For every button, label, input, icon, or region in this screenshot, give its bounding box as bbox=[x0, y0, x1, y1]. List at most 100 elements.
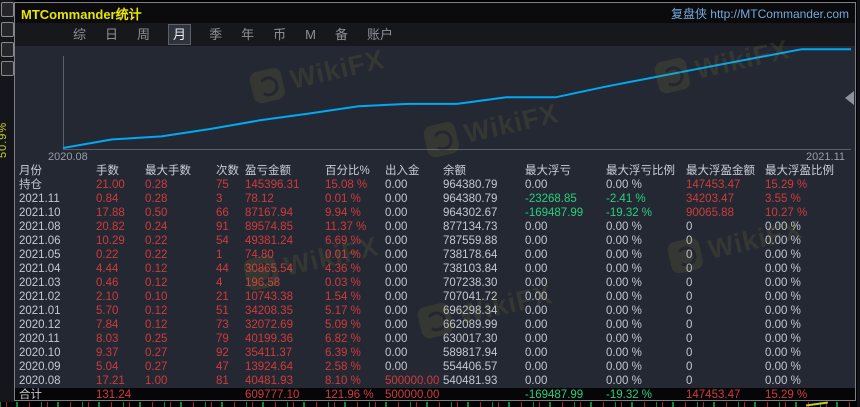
cell: 0.00 bbox=[385, 277, 408, 289]
cell: 0.00 bbox=[385, 347, 408, 359]
cell: 0.00 % bbox=[765, 361, 801, 373]
cell: 35411.37 bbox=[245, 347, 293, 359]
cell: 10.29 bbox=[96, 235, 125, 247]
cell: 2020.09 bbox=[19, 361, 61, 373]
table-row[interactable]: 2020.08 17.21 1.00 81 40481.93 8.10 % 500000.0… bbox=[15, 374, 855, 388]
cell: 40481.93 bbox=[245, 375, 293, 387]
cell: 0.00 % bbox=[606, 291, 642, 303]
cell bbox=[443, 388, 525, 400]
collapse-arrow-icon[interactable] bbox=[845, 91, 854, 105]
cell: 47 bbox=[216, 361, 229, 373]
cell: 5.09 % bbox=[325, 319, 361, 331]
table-row[interactable]: 2021.04 4.44 0.12 44 30865.54 4.36 % 0.00 73810… bbox=[15, 262, 855, 276]
cell: -19.32 % bbox=[606, 389, 653, 400]
cell: 0.00 % bbox=[765, 277, 801, 289]
cell: 609777.10 bbox=[245, 389, 300, 400]
table-row[interactable]: 2020.12 7.84 0.12 73 32072.69 5.09 % 0.00 66208… bbox=[15, 318, 855, 332]
background-trendline-fragment bbox=[805, 401, 829, 407]
cell: 0.00 % bbox=[606, 249, 642, 261]
cell: 2.58 % bbox=[325, 361, 361, 373]
table-row[interactable]: 2021.11 0.84 0.28 3 78.12 0.01 % 0.00 964380.79… bbox=[15, 192, 855, 206]
table-row[interactable]: 2021.01 5.70 0.12 51 34208.35 5.17 % 0.00 69629… bbox=[15, 304, 855, 318]
cell: 15.08 % bbox=[325, 179, 368, 191]
cell: 34208.35 bbox=[245, 305, 293, 317]
table-row[interactable]: 2021.05 0.22 0.22 1 74.80 0.01 % 0.00 738178.64… bbox=[15, 248, 855, 262]
cell: 0 bbox=[686, 347, 693, 359]
cell: 0.00 bbox=[385, 319, 408, 331]
column-header: 最大浮盈金额 bbox=[686, 165, 755, 177]
cell: 738103.84 bbox=[443, 263, 498, 275]
cell: 17.21 bbox=[96, 375, 125, 387]
cell: 0.00 bbox=[385, 333, 408, 345]
cell: 0 bbox=[686, 235, 693, 247]
table-row[interactable]: 2021.10 17.88 0.50 66 87167.94 9.94 % 0.00 9643… bbox=[15, 206, 855, 220]
cell: 0.00 % bbox=[606, 347, 642, 359]
menu-item-1[interactable]: 综 bbox=[73, 26, 86, 43]
cell: 2021.01 bbox=[19, 305, 61, 317]
total-row[interactable]: 合计 131.24 609777.10 121.96 % 500000.00 -16948… bbox=[15, 388, 855, 400]
cell: 0 bbox=[686, 263, 693, 275]
cell: 145396.31 bbox=[245, 179, 300, 191]
cell: 0.00 bbox=[385, 263, 408, 275]
cell: 738178.64 bbox=[443, 249, 498, 261]
menu-item-4[interactable]: 月 bbox=[168, 24, 192, 45]
table-row[interactable]: 2020.09 5.04 0.27 47 13924.64 2.58 % 0.00 55440… bbox=[15, 360, 855, 374]
cell: 0.10 bbox=[145, 291, 168, 303]
table-row[interactable]: 持仓 21.00 0.28 75 145396.31 15.08 % 0.00 964380.… bbox=[15, 178, 855, 192]
cell: 2020.12 bbox=[19, 319, 61, 331]
menu-item-5[interactable]: 季 bbox=[209, 26, 222, 43]
cell: -23268.85 bbox=[525, 193, 577, 205]
cell: 20.82 bbox=[96, 221, 125, 233]
table-row[interactable]: 2021.03 0.46 0.12 4 196.58 0.03 % 0.00 707238.3… bbox=[15, 276, 855, 290]
cell: 44 bbox=[216, 263, 229, 275]
background-toolbar-icon bbox=[1, 42, 14, 57]
table-row[interactable]: 2021.06 10.29 0.22 54 49381.24 6.69 % 0.00 7875… bbox=[15, 234, 855, 248]
cell: 0.27 bbox=[145, 361, 168, 373]
cell: 87167.94 bbox=[245, 207, 293, 219]
cell: 0.00 bbox=[525, 291, 548, 303]
cell bbox=[216, 388, 245, 400]
cell: 0.22 bbox=[145, 235, 168, 247]
cell: 49381.24 bbox=[245, 235, 293, 247]
column-header: 次数 bbox=[216, 165, 239, 177]
stats-window: MTCommander统计 复盘侠 http://MTCommander.com… bbox=[14, 2, 856, 401]
cell: 0 bbox=[686, 221, 693, 233]
table-row[interactable]: 2021.08 20.82 0.24 91 89574.85 11.37 % 0.00 877… bbox=[15, 220, 855, 234]
cell: 8.10 % bbox=[325, 375, 361, 387]
cell: 2020.10 bbox=[19, 347, 61, 359]
menu-item-9[interactable]: 备 bbox=[335, 26, 348, 43]
cell: 40199.36 bbox=[245, 333, 293, 345]
cell: 1.54 % bbox=[325, 291, 361, 303]
table-row[interactable]: 2020.11 8.03 0.25 79 40199.36 6.82 % 0.00 63001… bbox=[15, 332, 855, 346]
cell: 90065.88 bbox=[686, 207, 734, 219]
cell: 持仓 bbox=[19, 179, 42, 191]
brand-link[interactable]: 复盘侠 http://MTCommander.com bbox=[671, 5, 849, 22]
menu-item-7[interactable]: 币 bbox=[273, 26, 286, 43]
menu-item-3[interactable]: 周 bbox=[137, 26, 150, 43]
cell: 0.00 bbox=[525, 179, 548, 191]
cell: 964380.79 bbox=[443, 193, 498, 205]
column-header: 百分比% bbox=[325, 165, 370, 177]
cell: 0.00 bbox=[525, 361, 548, 373]
menu-item-6[interactable]: 年 bbox=[241, 26, 254, 43]
cell bbox=[145, 388, 216, 400]
menu-item-2[interactable]: 日 bbox=[105, 26, 118, 43]
cell: 81 bbox=[216, 375, 229, 387]
background-candlestick-sliver bbox=[0, 401, 860, 407]
cell: 0.00 bbox=[385, 193, 408, 205]
cell: 0 bbox=[686, 319, 693, 331]
cell: 30865.54 bbox=[245, 263, 293, 275]
cell: 0.27 bbox=[145, 347, 168, 359]
table-row[interactable]: 2020.10 9.37 0.27 92 35411.37 6.39 % 0.00 58981… bbox=[15, 346, 855, 360]
menu-item-10[interactable]: 账户 bbox=[367, 26, 393, 43]
cell: 17.88 bbox=[96, 207, 125, 219]
title-bar[interactable]: MTCommander统计 复盘侠 http://MTCommander.com bbox=[15, 3, 855, 23]
table-row[interactable]: 2021.02 2.10 0.10 21 10743.38 1.54 % 0.00 70704… bbox=[15, 290, 855, 304]
menu-item-8[interactable]: M bbox=[305, 26, 316, 43]
cell: 0.84 bbox=[96, 193, 119, 205]
cell: 2021.04 bbox=[19, 263, 61, 275]
cell: 13924.64 bbox=[245, 361, 293, 373]
column-header: 出入金 bbox=[385, 165, 420, 177]
cell: 500000.00 bbox=[385, 375, 440, 387]
cell: 10743.38 bbox=[245, 291, 293, 303]
